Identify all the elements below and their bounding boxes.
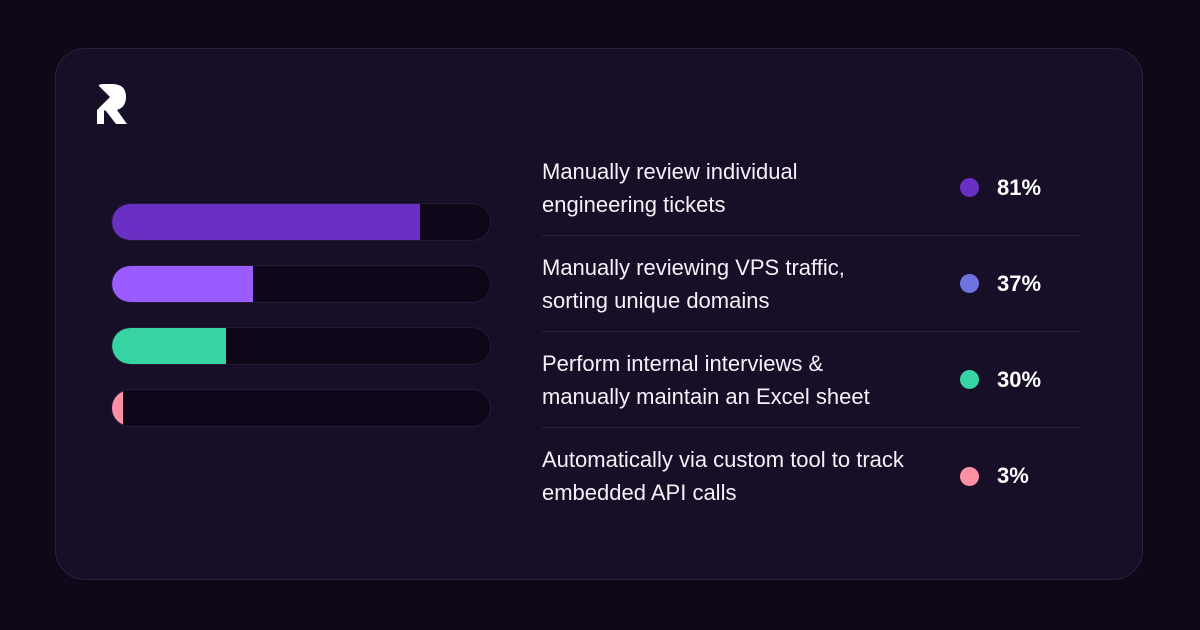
- legend-row: Manually reviewing VPS traffic, sorting …: [542, 236, 1080, 332]
- chart-card: Manually review individual engineering t…: [55, 48, 1143, 580]
- bar-fill: [112, 328, 226, 364]
- r-logo-icon: [97, 84, 127, 124]
- bar-track: [111, 203, 491, 241]
- legend-label: Manually reviewing VPS traffic, sorting …: [542, 254, 845, 313]
- legend-dot-icon: [960, 274, 979, 293]
- bar-fill: [112, 266, 253, 302]
- legend-row: Perform internal interviews & manually m…: [542, 332, 1080, 428]
- value-label: 30%: [997, 366, 1042, 392]
- legend-dot-icon: [960, 466, 979, 486]
- bar-track: [111, 327, 491, 365]
- value-label: 81%: [997, 174, 1042, 200]
- bar-fill: [112, 204, 420, 240]
- legend-list: Manually review individual engineering t…: [542, 140, 1080, 524]
- bar-fill: [112, 390, 124, 426]
- bar-chart: [111, 203, 491, 451]
- legend-label: Automatically via custom tool to track e…: [542, 447, 904, 505]
- legend-label: Perform internal interviews & manually m…: [542, 350, 870, 409]
- bar-track: [111, 265, 491, 303]
- bar-track: [111, 389, 491, 427]
- legend-dot-icon: [960, 370, 979, 389]
- legend-row: Automatically via custom tool to track e…: [542, 428, 1080, 524]
- legend-label: Manually review individual engineering t…: [542, 158, 798, 217]
- legend-dot-icon: [960, 178, 979, 197]
- value-label: 3%: [997, 463, 1029, 488]
- value-label: 37%: [997, 270, 1042, 296]
- legend-row: Manually review individual engineering t…: [542, 140, 1080, 236]
